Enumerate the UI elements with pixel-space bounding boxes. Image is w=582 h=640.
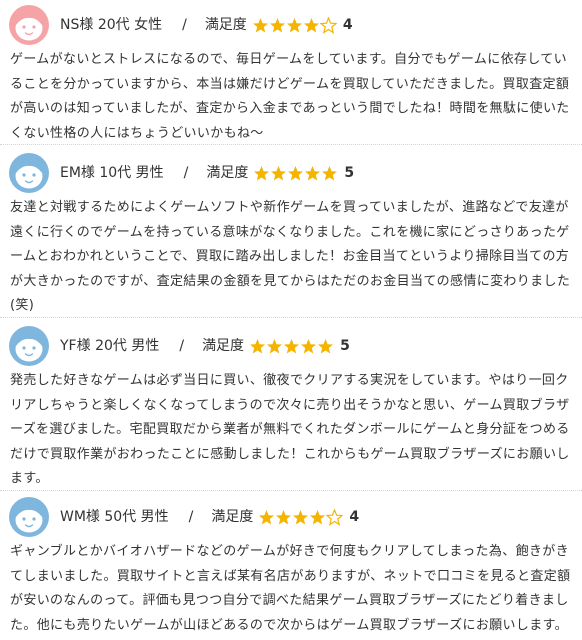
reviewer-name: NS様 20代 女性 <box>60 15 162 35</box>
reviewer-info: NS様 20代 女性 / 満足度 4 <box>60 15 353 35</box>
star-filled-icon <box>292 509 309 526</box>
separator: / <box>183 165 189 181</box>
star-rating <box>249 338 334 355</box>
star-filled-icon <box>283 338 300 355</box>
star-filled-icon <box>269 17 286 34</box>
star-filled-icon <box>270 165 287 182</box>
rating-score: 4 <box>342 17 353 33</box>
separator: / <box>182 17 187 33</box>
star-filled-icon <box>287 165 304 182</box>
star-filled-icon <box>286 17 303 34</box>
male-avatar-icon <box>9 153 49 193</box>
reviewer-age: 20代 <box>95 338 127 354</box>
rating-label: 満足度 <box>202 338 245 354</box>
star-filled-icon <box>309 509 326 526</box>
reviewer-name: WM様 50代 男性 <box>60 507 169 527</box>
reviewer-gender: 男性 <box>131 338 160 354</box>
reviewer-gender: 男性 <box>135 165 164 181</box>
separator: / <box>188 509 194 525</box>
reviewer-id: YF様 <box>60 338 91 354</box>
star-filled-icon <box>300 338 317 355</box>
star-filled-icon <box>249 338 266 355</box>
star-filled-icon <box>252 17 269 34</box>
divider <box>0 317 582 318</box>
reviewer-gender: 男性 <box>140 509 169 525</box>
rating-label: 満足度 <box>206 165 249 181</box>
star-filled-icon <box>317 338 334 355</box>
rating-score: 5 <box>344 165 355 181</box>
male-avatar-icon <box>9 497 49 537</box>
reviewer-info: YF様 20代 男性 / 満足度 5 <box>60 336 350 356</box>
reviewer-info: EM様 10代 男性 / 満足度 5 <box>60 163 354 183</box>
star-filled-icon <box>253 165 270 182</box>
reviewer-age: 50代 <box>104 509 137 525</box>
review-item: WM様 50代 男性 / 満足度 4 ギャンブルとかバイオハザードなどのゲームが好きで何… <box>0 492 582 640</box>
star-rating <box>258 508 344 526</box>
review-header: NS様 20代 女性 / 満足度 4 <box>0 0 582 48</box>
review-text: 発売した好きなゲームは必ず当日に買い、徹夜でクリアする実況をしています。やはり一… <box>10 373 570 486</box>
review-header: YF様 20代 男性 / 満足度 5 <box>0 321 582 369</box>
male-avatar-icon <box>9 326 49 366</box>
reviewer-id: EM様 <box>60 165 95 181</box>
star-filled-icon <box>275 509 292 526</box>
review-text: 友達と対戦するためによくゲームソフトや新作ゲームを買っていましたが、進路などで友… <box>10 200 571 313</box>
star-filled-icon <box>258 509 275 526</box>
rating-label: 満足度 <box>211 509 254 525</box>
review-text: ゲームがないとストレスになるので、毎日ゲームをしています。自分でもゲームに依存し… <box>10 52 570 141</box>
reviewer-id: NS様 <box>60 17 94 33</box>
review-item: NS様 20代 女性 / 満足度 4 ゲームがないとストレスになるので、毎日ゲームをして… <box>0 0 582 145</box>
review-header: WM様 50代 男性 / 満足度 4 <box>0 492 582 540</box>
separator: / <box>179 338 185 354</box>
rating-score: 4 <box>349 509 360 525</box>
reviewer-name: YF様 20代 男性 <box>60 336 159 356</box>
star-filled-icon <box>266 338 283 355</box>
reviewer-info: WM様 50代 男性 / 満足度 4 <box>60 507 359 527</box>
star-rating <box>253 165 338 182</box>
star-filled-icon <box>303 17 320 34</box>
review-header: EM様 10代 男性 / 満足度 5 <box>0 148 582 196</box>
review-item: EM様 10代 男性 / 満足度 5 友達と対戦するためによくゲームソフトや新作ゲームを… <box>0 148 582 318</box>
star-empty-icon <box>319 16 337 34</box>
divider <box>0 490 582 491</box>
divider <box>0 144 582 145</box>
star-rating <box>252 16 337 34</box>
rating-label: 満足度 <box>204 17 247 33</box>
star-filled-icon <box>304 165 321 182</box>
star-filled-icon <box>321 165 338 182</box>
reviewer-age: 10代 <box>99 165 132 181</box>
female-avatar-icon <box>9 5 49 45</box>
star-empty-icon <box>326 508 344 526</box>
reviewer-age: 20代 <box>97 17 130 33</box>
reviewer-gender: 女性 <box>134 17 163 33</box>
rating-score: 5 <box>340 338 350 354</box>
review-item: YF様 20代 男性 / 満足度 5 発売した好きなゲームは必ず当日に買い、徹夜でクリア… <box>0 321 582 491</box>
review-text: ギャンブルとかバイオハザードなどのゲームが好きで何度もクリアしてしまった為、飽き… <box>10 544 571 633</box>
reviewer-id: WM様 <box>60 509 100 525</box>
reviewer-name: EM様 10代 男性 <box>60 163 164 183</box>
